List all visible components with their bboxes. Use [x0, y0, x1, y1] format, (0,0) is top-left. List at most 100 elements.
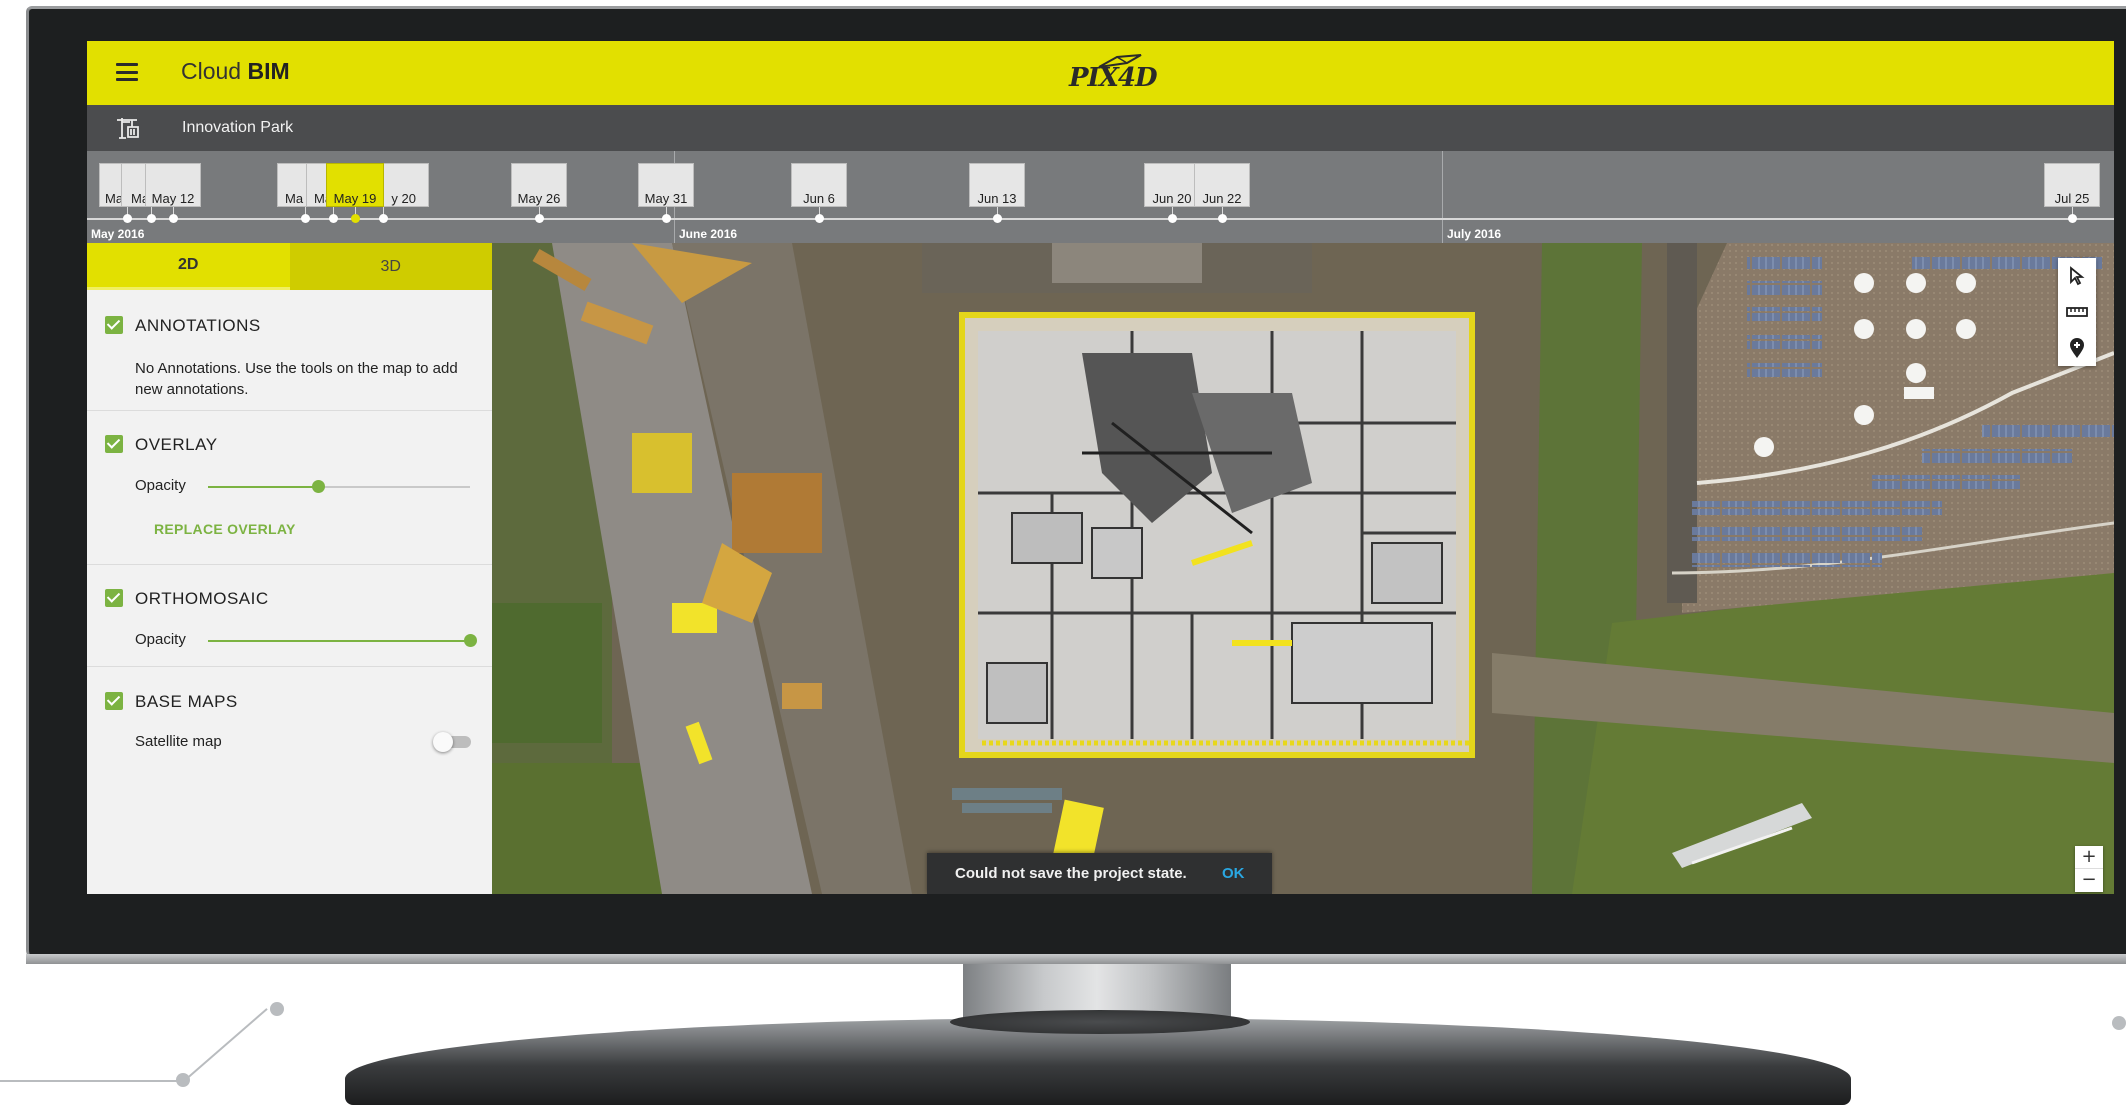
hamburger-menu-icon[interactable]: [116, 63, 138, 81]
orthomosaic-section: ORTHOMOSAIC Opacity: [87, 565, 492, 667]
timeline-date-tab[interactable]: Jun 6: [791, 163, 847, 207]
orthomosaic-image: [492, 243, 2114, 894]
orthomosaic-title: ORTHOMOSAIC: [135, 589, 269, 608]
satellite-map-toggle[interactable]: [433, 732, 473, 752]
measure-ruler-icon[interactable]: [2058, 294, 2096, 330]
annotations-checkbox[interactable]: [105, 316, 123, 334]
timeline-date-tab[interactable]: May 12: [145, 163, 201, 207]
overlay-title: OVERLAY: [135, 435, 218, 454]
overlay-checkbox[interactable]: [105, 435, 123, 453]
zoom-controls: + −: [2075, 846, 2103, 892]
orthomosaic-opacity-slider[interactable]: [208, 634, 477, 647]
timeline-date-tab[interactable]: Jun 22: [1194, 163, 1250, 207]
timeline-point[interactable]: [1168, 214, 1177, 223]
month-label: July 2016: [1447, 227, 1502, 241]
overlay-opacity-fill: [208, 486, 319, 488]
date-label: Jun 20: [1152, 191, 1192, 206]
timeline-point[interactable]: [379, 214, 388, 223]
timeline-point[interactable]: [169, 214, 178, 223]
timeline-point[interactable]: [329, 214, 338, 223]
timeline-date-tab-selected[interactable]: May 19: [326, 163, 384, 207]
annotations-title: ANNOTATIONS: [135, 316, 261, 335]
date-label: Jun 22: [1202, 191, 1242, 206]
overlay-opacity-label: Opacity: [135, 477, 186, 494]
monitor-bezel-edge: [26, 954, 2126, 964]
base-maps-title: BASE MAPS: [135, 692, 238, 711]
month-divider: [1442, 151, 1443, 243]
date-label: Jun 6: [803, 191, 835, 206]
timeline-point[interactable]: [815, 214, 824, 223]
orthomosaic-opacity-fill: [208, 640, 470, 642]
timeline-axis: [87, 218, 2114, 220]
map-toolbar: [2058, 258, 2096, 366]
tab-3d[interactable]: 3D: [289, 243, 492, 290]
date-label: May 26: [517, 191, 561, 206]
tab-2d[interactable]: 2D: [87, 243, 290, 290]
date-label: Jun 13: [977, 191, 1017, 206]
overlay-opacity-knob[interactable]: [312, 480, 326, 493]
project-name: Innovation Park: [182, 119, 294, 136]
overlay-section: OVERLAY Opacity REPLACE OVERLAY: [87, 411, 492, 565]
pix4d-logo: PIX4D: [1069, 53, 1158, 93]
app-screen: Cloud BIM PIX4D Innovation Park May 2016…: [87, 41, 2114, 894]
snackbar: Could not save the project state. OK: [927, 853, 1272, 894]
orthomosaic-checkbox[interactable]: [105, 589, 123, 607]
monitor-frame: Cloud BIM PIX4D Innovation Park May 2016…: [0, 0, 2126, 1105]
overlay-opacity-slider[interactable]: [208, 480, 470, 493]
date-label: May 19: [333, 191, 377, 206]
add-pin-icon[interactable]: [2058, 330, 2096, 366]
date-label: Ma: [285, 191, 304, 206]
date-label: May 31: [644, 191, 688, 206]
monitor-base-joint: [950, 1010, 1250, 1034]
date-label: May 12: [151, 191, 195, 206]
base-maps-section: BASE MAPS Satellite map: [87, 667, 492, 894]
snackbar-ok-button[interactable]: OK: [1222, 865, 1245, 882]
layers-panel: 2D 3D ANNOTATIONS No Annotations. Use th…: [87, 243, 492, 894]
timeline[interactable]: May 2016 June 2016 July 2016 Ma Ma May 1…: [87, 151, 2114, 243]
timeline-point[interactable]: [1218, 214, 1227, 223]
snackbar-message: Could not save the project state.: [955, 865, 1187, 882]
logo-drone-icon: [1098, 54, 1142, 68]
toggle-thumb: [433, 732, 453, 752]
timeline-point[interactable]: [123, 214, 132, 223]
app-title-bold: BIM: [247, 58, 290, 84]
timeline-point[interactable]: [147, 214, 156, 223]
month-label: May 2016: [91, 227, 145, 241]
timeline-point[interactable]: [993, 214, 1002, 223]
month-label: June 2016: [679, 227, 738, 241]
zoom-in-button[interactable]: +: [2075, 846, 2103, 869]
replace-overlay-button[interactable]: REPLACE OVERLAY: [154, 521, 296, 537]
timeline-date-tab[interactable]: Jul 25: [2044, 163, 2100, 207]
zoom-out-button[interactable]: −: [2075, 869, 2103, 892]
timeline-point[interactable]: [2068, 214, 2077, 223]
annotations-empty-text: No Annotations. Use the tools on the map…: [135, 360, 458, 398]
crane-icon: [117, 118, 139, 139]
select-cursor-icon[interactable]: [2058, 258, 2096, 294]
timeline-point[interactable]: [535, 214, 544, 223]
project-bar: Innovation Park: [87, 105, 2114, 151]
date-label: Jul 25: [2054, 191, 2090, 206]
app-title-light: Cloud: [181, 58, 242, 84]
map-view[interactable]: + − Could not save the project state. OK: [492, 243, 2114, 894]
view-mode-tabs: 2D 3D: [87, 243, 492, 290]
timeline-date-tab[interactable]: May 31: [638, 163, 694, 207]
timeline-date-tab[interactable]: Jun 13: [969, 163, 1025, 207]
timeline-point-selected[interactable]: [351, 214, 360, 223]
annotations-section: ANNOTATIONS No Annotations. Use the tool…: [87, 290, 492, 411]
timeline-point[interactable]: [662, 214, 671, 223]
timeline-date-tab[interactable]: May 26: [511, 163, 567, 207]
decorative-line: [183, 1008, 268, 1082]
app-header: Cloud BIM PIX4D: [87, 41, 2114, 105]
orthomosaic-opacity-knob[interactable]: [464, 634, 477, 647]
base-maps-checkbox[interactable]: [105, 692, 123, 710]
satellite-map-label: Satellite map: [135, 733, 222, 750]
orthomosaic-opacity-label: Opacity: [135, 631, 186, 648]
timeline-point[interactable]: [301, 214, 310, 223]
date-label: y 20: [391, 191, 416, 206]
decorative-dot: [2112, 1016, 2126, 1030]
decorative-dot: [176, 1073, 190, 1087]
decorative-dot: [270, 1002, 284, 1016]
decorative-line: [0, 1080, 184, 1082]
app-title: Cloud BIM: [181, 58, 290, 85]
timeline-date-tab[interactable]: Jun 20: [1144, 163, 1200, 207]
